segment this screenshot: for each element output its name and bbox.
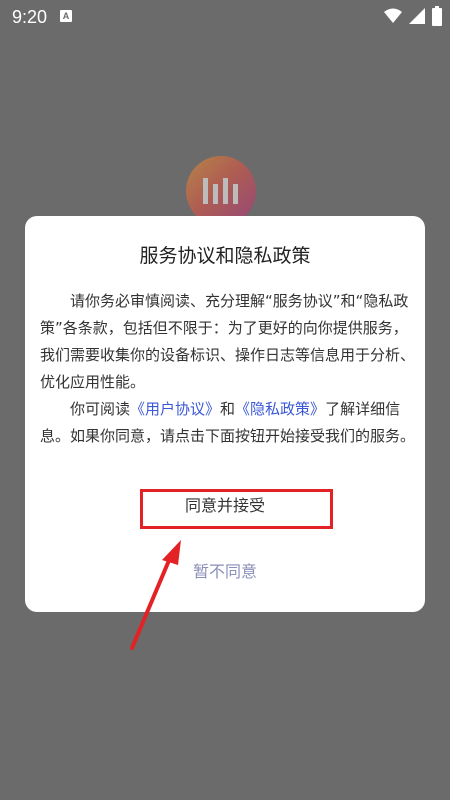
status-time: 9:20	[12, 7, 48, 27]
privacy-dialog: 服务协议和隐私政策 请你务必审慎阅读、充分理解“服务协议”和“隐私政策”各条款，…	[25, 216, 425, 612]
dialog-body: 请你务必审慎阅读、充分理解“服务协议”和“隐私政策”各条款，包括但不限于：为了更…	[40, 288, 415, 450]
signal-icon	[409, 8, 425, 24]
battery-icon	[432, 6, 442, 26]
dialog-paragraph-2: 你可阅读《用户协议》和《隐私政策》了解详细信息。如果你同意，请点击下面按钮开始接…	[40, 396, 415, 450]
para2-and: 和	[220, 400, 236, 418]
dialog-title: 服务协议和隐私政策	[139, 245, 311, 267]
wifi-icon	[384, 8, 402, 23]
status-bar: 9:20 A	[0, 0, 450, 36]
decline-button[interactable]: 暂不同意	[25, 556, 425, 588]
privacy-policy-link[interactable]: 《隐私政策》	[235, 400, 325, 418]
notification-a-icon: A	[60, 10, 72, 22]
user-agreement-link[interactable]: 《用户协议》	[130, 400, 220, 418]
para2-prefix: 你可阅读	[70, 400, 131, 418]
annotation-highlight-box	[140, 489, 333, 529]
dialog-paragraph-1: 请你务必审慎阅读、充分理解“服务协议”和“隐私政策”各条款，包括但不限于：为了更…	[40, 292, 416, 391]
